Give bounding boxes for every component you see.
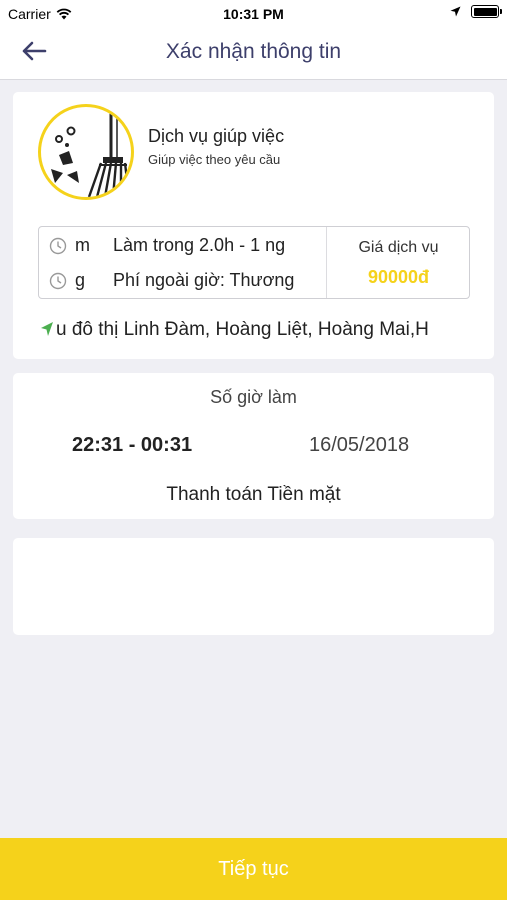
time-range: 22:31 - 00:31 — [72, 434, 193, 456]
nav-bar: Xác nhận thông tin — [0, 28, 507, 80]
location-arrow-icon — [41, 322, 53, 336]
status-right-group — [450, 5, 502, 18]
continue-button[interactable]: Tiếp tục — [0, 838, 507, 900]
service-info-row: g Phí ngoài giờ: Thương — [39, 264, 326, 298]
address-text: u đô thị Linh Đàm, Hoàng Liệt, Hoàng Mai… — [56, 319, 429, 340]
service-info-text: Làm trong 2.0h - 1 ng — [113, 235, 286, 255]
battery-icon — [471, 5, 502, 18]
price-label: Giá dịch vụ — [358, 239, 439, 256]
service-info-box: m Làm trong 2.0h - 1 ng g Phí ngoài giờ:… — [38, 226, 470, 299]
broom-icon — [38, 104, 134, 200]
service-info-row: m Làm trong 2.0h - 1 ng — [39, 229, 326, 263]
price-value: 90000đ — [367, 267, 430, 287]
info-divider — [326, 227, 327, 298]
page-title: Xác nhận thông tin — [165, 40, 342, 63]
service-name: Dịch vụ giúp việc — [148, 126, 285, 146]
clock-icon — [49, 237, 67, 255]
service-info-code: g — [75, 270, 86, 290]
service-info-text: Phí ngoài giờ: Thương — [113, 270, 295, 290]
service-description: Giúp việc theo yêu cầu — [148, 152, 281, 167]
payment-method: Thanh toán Tiền mặt — [166, 484, 341, 505]
work-date: 16/05/2018 — [309, 434, 410, 456]
status-bar: Carrier 10:31 PM — [0, 0, 507, 28]
status-time: 10:31 PM — [223, 6, 284, 22]
notes-card — [13, 538, 494, 635]
schedule-card: Số giờ làm 22:31 - 00:31 16/05/2018 Than… — [13, 373, 494, 519]
location-arrow-icon — [450, 6, 461, 17]
clock-icon — [49, 272, 67, 290]
work-hours-label: Số giờ làm — [210, 387, 297, 407]
service-card: Dịch vụ giúp việc Giúp việc theo yêu cầu… — [13, 92, 494, 359]
service-info-code: m — [75, 235, 90, 255]
